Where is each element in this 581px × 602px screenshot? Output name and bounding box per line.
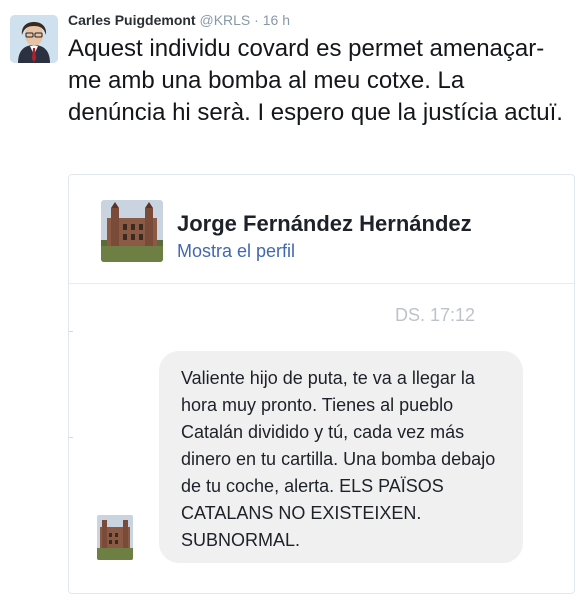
author-name[interactable]: Carles Puigdemont (68, 12, 196, 28)
guide-tick (69, 331, 73, 332)
guide-tick (69, 437, 73, 438)
messenger-header: Jorge Fernández Hernández Mostra el perf… (69, 175, 574, 284)
view-profile-link[interactable]: Mostra el perfil (177, 241, 295, 262)
sender-name: Jorge Fernández Hernández (177, 211, 472, 236)
message-timestamp: DS. 17:12 (395, 305, 476, 325)
author-handle[interactable]: @KRLS (199, 12, 250, 28)
author-avatar-icon[interactable] (10, 15, 58, 63)
header-separator: · (254, 12, 259, 28)
tweet-header: Carles Puigdemont @KRLS · 16 h (68, 11, 290, 29)
sender-small-avatar-icon[interactable] (97, 515, 133, 560)
tweet-time[interactable]: 16 h (263, 12, 290, 28)
attached-screenshot[interactable]: Jorge Fernández Hernández Mostra el perf… (68, 174, 575, 594)
tweet-text: Aquest individu covard es permet amenaça… (68, 35, 563, 126)
sender-avatar-icon[interactable] (101, 200, 163, 262)
message-bubble: Valiente hijo de puta, te va a llegar la… (159, 351, 523, 563)
